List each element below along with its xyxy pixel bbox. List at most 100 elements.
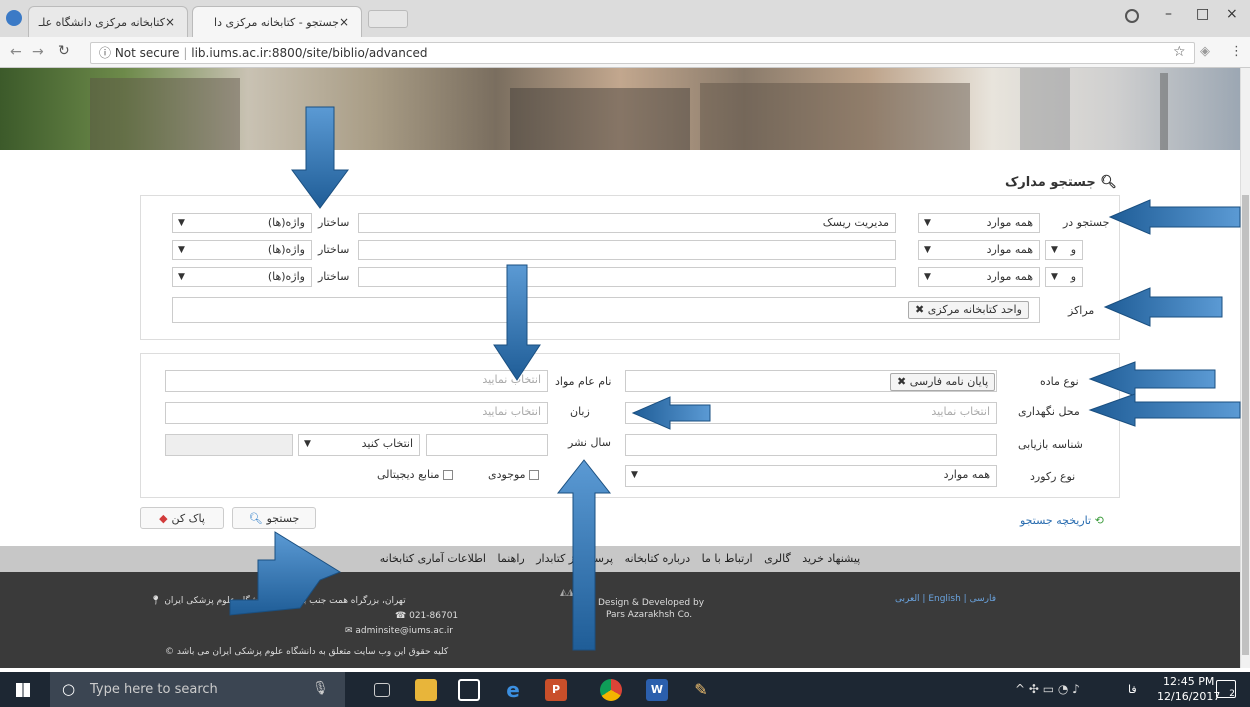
- operator-select[interactable]: و ▼: [1045, 240, 1083, 260]
- banner-tower: [1020, 68, 1070, 150]
- history-icon: ⟲: [1094, 514, 1104, 527]
- record-type-label: نوع رکورد: [1030, 470, 1076, 483]
- search-term-input[interactable]: [358, 267, 896, 287]
- menu-item[interactable]: درباره کتابخانه: [625, 552, 691, 565]
- search-term-input[interactable]: مدیریت ریسک: [358, 213, 896, 233]
- word-icon[interactable]: W: [646, 679, 668, 701]
- chevron-down-icon: ▼: [1051, 245, 1058, 255]
- paint-icon[interactable]: ✎: [690, 679, 712, 701]
- email-icon: ✉: [345, 626, 353, 636]
- language-links[interactable]: فارسی | English | العربی: [895, 594, 996, 604]
- operator-select[interactable]: و ▼: [1045, 267, 1083, 287]
- tab-title: جستجو - کتابخانه مرکزی دا: [214, 15, 339, 29]
- clear-button[interactable]: پاک کن ◆: [140, 507, 224, 529]
- remove-chip-icon[interactable]: ✖: [915, 303, 924, 316]
- retrieval-input[interactable]: [625, 434, 997, 456]
- minimize-button[interactable]: –: [1165, 6, 1172, 22]
- search-button[interactable]: جستجو 🔍︎: [232, 507, 316, 529]
- header-banner: [0, 68, 1240, 150]
- checkbox-icon[interactable]: [528, 470, 539, 480]
- menu-item[interactable]: پیشنهاد خرید: [802, 552, 860, 565]
- browser-tab-active[interactable]: × جستجو - کتابخانه مرکزی دا: [192, 6, 362, 37]
- material-chip[interactable]: پایان نامه فارسی ✖: [890, 373, 996, 391]
- record-type-select[interactable]: همه موارد ▼: [625, 465, 997, 487]
- language-input[interactable]: انتخاب نمایید: [165, 402, 548, 424]
- browser-tab[interactable]: × کتابخانه مرکزی دانشگاه علـ: [28, 6, 188, 37]
- pub-year-from[interactable]: [426, 434, 548, 456]
- store-icon[interactable]: [458, 679, 480, 701]
- availability-checkbox[interactable]: موجودی: [488, 468, 539, 481]
- language-label: زبان: [570, 405, 590, 418]
- menu-item[interactable]: اطلاعات آماری کتابخانه: [380, 552, 486, 565]
- profile-icon[interactable]: [1125, 9, 1139, 23]
- scrollbar-thumb[interactable]: [1242, 195, 1249, 655]
- copyright-icon: ©: [165, 647, 174, 657]
- reload-icon[interactable]: ↻: [58, 43, 70, 59]
- field-select[interactable]: همه موارد ▼: [918, 240, 1040, 260]
- input-language[interactable]: فا: [1128, 683, 1137, 696]
- tab-title: کتابخانه مرکزی دانشگاه علـ: [38, 15, 165, 29]
- powerpoint-icon[interactable]: P: [545, 679, 567, 701]
- footer-email: adminsite@iums.ac.ir ✉: [345, 626, 453, 636]
- menu-item[interactable]: ارتباط با ما: [702, 552, 753, 565]
- structure-select[interactable]: واژه(ها) ▼: [172, 213, 312, 233]
- digital-checkbox[interactable]: منابع دیجیتالی: [377, 468, 453, 481]
- menu-kebab-icon[interactable]: ⋮: [1230, 44, 1243, 59]
- checkbox-icon[interactable]: [442, 470, 453, 480]
- extension-icon[interactable]: ◈: [1200, 44, 1210, 59]
- browser-tab-bar: × کتابخانه مرکزی دانشگاه علـ × جستجو - ک…: [0, 0, 1250, 37]
- cortana-icon[interactable]: ○: [62, 680, 75, 698]
- chrome-icon[interactable]: [600, 679, 622, 701]
- forward-icon[interactable]: →: [32, 44, 44, 60]
- structure-select[interactable]: واژه(ها) ▼: [172, 267, 312, 287]
- menu-item[interactable]: راهنما: [498, 552, 525, 565]
- notification-center-icon[interactable]: 2: [1216, 680, 1236, 699]
- arrow-left-centers: [1103, 287, 1223, 327]
- system-tray-icons[interactable]: ^ ✣ ▭ ◔ ♪: [1015, 682, 1080, 696]
- windows-taskbar: Type here to search ○ 🎙︎ e P W ✎ ^ ✣ ▭ ◔…: [0, 672, 1250, 707]
- windows-start-icon[interactable]: [16, 683, 30, 697]
- field-select[interactable]: همه موارد ▼: [918, 267, 1040, 287]
- menu-item[interactable]: گالری: [764, 552, 791, 565]
- tab-close-icon[interactable]: ×: [339, 15, 349, 29]
- taskbar-search[interactable]: Type here to search: [50, 672, 345, 707]
- new-tab-button[interactable]: [368, 10, 408, 28]
- company-logo: ◭◮: [560, 588, 574, 598]
- bookmark-star-icon[interactable]: ☆: [1173, 44, 1186, 60]
- back-icon[interactable]: ←: [10, 44, 22, 60]
- search-in-label: جستجو در: [1063, 216, 1110, 229]
- edge-icon[interactable]: e: [502, 679, 524, 701]
- chevron-down-icon: ▼: [178, 272, 185, 282]
- footer-copyright: کلیه حقوق این وب سایت متعلق به دانشگاه ع…: [165, 647, 449, 657]
- arrow-left-search-in: [1108, 199, 1241, 235]
- location-pin-icon: 📍︎: [150, 596, 162, 606]
- task-view-icon[interactable]: [374, 683, 390, 697]
- clock-time[interactable]: 12:45 PM: [1163, 675, 1214, 688]
- notification-count: 2: [1229, 689, 1235, 699]
- url-text: lib.iums.ac.ir:8800/site/biblio/advanced: [191, 46, 428, 60]
- structure-label: ساختار: [318, 243, 350, 256]
- security-label: Not secure: [114, 46, 180, 60]
- info-icon[interactable]: ⓘ: [99, 46, 115, 60]
- location-input[interactable]: انتخاب نمایید: [625, 402, 997, 424]
- clock-date[interactable]: 12/16/2017: [1157, 690, 1220, 703]
- search-term-input[interactable]: [358, 240, 896, 260]
- maximize-button[interactable]: □: [1196, 6, 1209, 22]
- menu-item[interactable]: پرسش از کتابدار: [536, 552, 613, 565]
- mic-icon[interactable]: 🎙︎: [312, 681, 329, 696]
- url-field[interactable]: ⓘ Not secure | lib.iums.ac.ir:8800/site/…: [90, 42, 1195, 64]
- close-button[interactable]: ×: [1226, 6, 1238, 22]
- banner-building: [510, 88, 690, 150]
- material-type-label: نوع ماده: [1040, 375, 1079, 388]
- pub-year-select[interactable]: انتخاب کنید ▼: [298, 434, 420, 456]
- search-history-link[interactable]: ⟲ تاریخچه جستجو: [1020, 514, 1104, 527]
- tab-close-icon[interactable]: ×: [165, 15, 175, 29]
- field-select[interactable]: همه موارد ▼: [918, 213, 1040, 233]
- chevron-down-icon: ▼: [924, 218, 931, 228]
- centers-chip[interactable]: واحد کتابخانه مرکزی ✖: [908, 301, 1029, 319]
- remove-chip-icon[interactable]: ✖: [897, 375, 906, 388]
- structure-select[interactable]: واژه(ها) ▼: [172, 240, 312, 260]
- general-name-input[interactable]: انتخاب نمایید: [165, 370, 548, 392]
- file-explorer-icon[interactable]: [415, 679, 437, 701]
- search-icon: 🔍︎: [1100, 175, 1117, 190]
